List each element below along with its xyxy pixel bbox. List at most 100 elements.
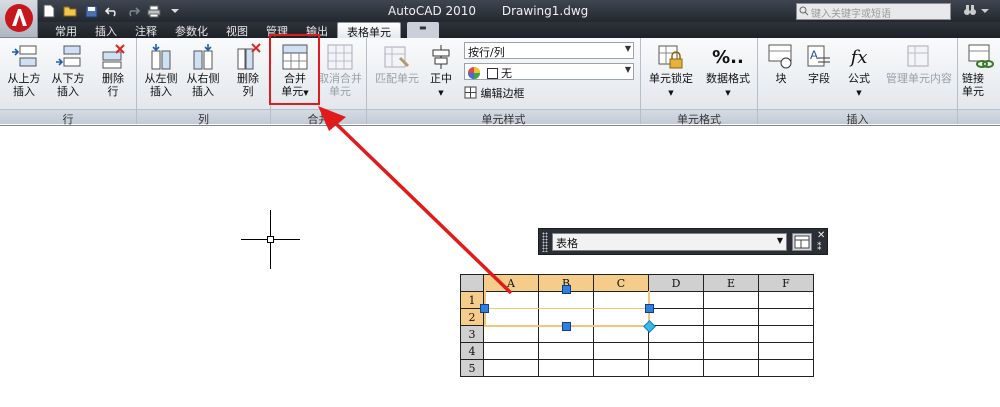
formula-dropdown-icon[interactable]: ▼ bbox=[856, 89, 861, 97]
redo-icon[interactable] bbox=[124, 3, 142, 19]
table-cell[interactable] bbox=[758, 342, 814, 360]
table-cell[interactable] bbox=[538, 359, 594, 377]
fill-value: 无 bbox=[501, 67, 512, 80]
lock-icon bbox=[658, 45, 683, 69]
tab-home[interactable]: 常用 bbox=[46, 22, 86, 38]
close-icon[interactable]: ✕ bbox=[817, 230, 825, 241]
insert-field-button[interactable]: A 字段 bbox=[802, 42, 836, 85]
cell-format-panel-title: 单元格式 bbox=[641, 109, 757, 126]
table-cell[interactable] bbox=[648, 308, 704, 326]
table-corner bbox=[460, 274, 484, 292]
ribbon-minimize-button[interactable]: ▬ bbox=[407, 22, 439, 38]
table-cell[interactable] bbox=[538, 342, 594, 360]
table-row: 5 bbox=[460, 359, 814, 377]
table-cell[interactable] bbox=[648, 342, 704, 360]
table-cell[interactable] bbox=[758, 308, 814, 326]
tab-view[interactable]: 视图 bbox=[217, 22, 257, 38]
table-cell[interactable] bbox=[648, 325, 704, 343]
help-dropdown-icon[interactable] bbox=[981, 3, 989, 17]
cell-lock-button[interactable]: 单元锁定 ▼ bbox=[645, 42, 697, 100]
table-cell[interactable] bbox=[703, 291, 759, 309]
table-cell[interactable] bbox=[483, 342, 539, 360]
cell-style-select[interactable]: 按行/列 ▼ bbox=[464, 42, 634, 59]
table-cell[interactable] bbox=[703, 342, 759, 360]
table-cell[interactable] bbox=[648, 291, 704, 309]
tab-insert[interactable]: 插入 bbox=[86, 22, 126, 38]
match-cell-icon bbox=[384, 46, 410, 68]
tab-table-cell[interactable]: 表格单元 bbox=[337, 22, 401, 39]
insert-block-button[interactable]: 块 bbox=[764, 42, 798, 85]
column-header-row: A B C D E F bbox=[460, 274, 814, 292]
table-cell[interactable] bbox=[703, 325, 759, 343]
grip-right-middle[interactable] bbox=[645, 304, 654, 313]
data-format-dropdown-icon[interactable]: ▼ bbox=[725, 89, 730, 97]
app-name: AutoCAD 2010 bbox=[388, 4, 477, 18]
insert-column-left-button[interactable]: 从左侧 插入 bbox=[141, 42, 181, 98]
column-header-f[interactable]: F bbox=[758, 274, 814, 292]
grip-bottom-middle[interactable] bbox=[562, 322, 571, 331]
match-cell-button[interactable]: 匹配单元 bbox=[371, 42, 423, 85]
link-cell-button[interactable]: 链接 单元 bbox=[962, 42, 1000, 98]
insert-formula-label: 公式 ▼ bbox=[842, 72, 876, 100]
delete-column-icon bbox=[237, 43, 261, 70]
table-cell[interactable] bbox=[703, 359, 759, 377]
edit-borders-button[interactable]: 编辑边框 bbox=[464, 85, 525, 101]
table-style-select[interactable]: 表格 ▼ bbox=[552, 233, 787, 251]
insert-panel-title: 插入 bbox=[758, 109, 957, 126]
alignment-dropdown-icon[interactable]: ▼ bbox=[438, 89, 443, 97]
insert-row-below-button[interactable]: 从下方 插入 bbox=[48, 42, 88, 98]
open-folder-icon[interactable] bbox=[61, 3, 79, 19]
insert-formula-button[interactable]: fx 公式 ▼ bbox=[842, 42, 876, 100]
table-cell[interactable] bbox=[593, 325, 649, 343]
column-header-e[interactable]: E bbox=[703, 274, 759, 292]
column-header-a[interactable]: A bbox=[483, 274, 539, 292]
table-cell[interactable] bbox=[483, 325, 539, 343]
manage-cell-content-button[interactable]: 管理单元内容 bbox=[882, 42, 956, 85]
table-cell[interactable] bbox=[758, 359, 814, 377]
row-header-4[interactable]: 4 bbox=[460, 342, 484, 360]
table-cell[interactable] bbox=[593, 342, 649, 360]
row-header-3[interactable]: 3 bbox=[460, 325, 484, 343]
grip-top-middle[interactable] bbox=[562, 285, 571, 294]
delete-row-icon bbox=[102, 44, 125, 69]
qat-dropdown-icon[interactable] bbox=[166, 3, 184, 19]
pin-icon[interactable]: ⁑ bbox=[817, 243, 822, 253]
table-cell[interactable] bbox=[758, 325, 814, 343]
delete-column-button[interactable]: 删除 列 bbox=[229, 42, 267, 98]
data-panel: 链接 单元 bbox=[958, 38, 1000, 124]
table-cell[interactable] bbox=[703, 308, 759, 326]
grip-left-middle[interactable] bbox=[480, 304, 489, 313]
column-header-c[interactable]: C bbox=[593, 274, 649, 292]
new-file-icon[interactable] bbox=[40, 3, 58, 19]
insert-row-above-button[interactable]: 从上方 插入 bbox=[4, 42, 44, 98]
autocad-logo-icon bbox=[5, 4, 33, 32]
application-menu-button[interactable] bbox=[0, 0, 38, 38]
table-cell[interactable] bbox=[483, 359, 539, 377]
quick-access-toolbar bbox=[40, 3, 184, 19]
unmerge-cells-button[interactable]: 取消合并 单元 bbox=[315, 42, 365, 98]
table-cell[interactable] bbox=[593, 359, 649, 377]
fill-color-select[interactable]: 无 ▼ bbox=[464, 63, 634, 80]
column-header-d[interactable]: D bbox=[648, 274, 704, 292]
cell-lock-dropdown-icon[interactable]: ▼ bbox=[668, 89, 673, 97]
data-format-button[interactable]: %.. 数据格式 ▼ bbox=[701, 42, 755, 100]
alignment-text: 正中 bbox=[430, 72, 452, 85]
tab-annotate[interactable]: 注释 bbox=[126, 22, 166, 38]
table-style-dialog-button[interactable] bbox=[792, 233, 812, 251]
toolbar-grip-handle[interactable] bbox=[542, 232, 548, 252]
delete-row-label: 删除 行 bbox=[102, 72, 124, 98]
insert-row-below-icon bbox=[56, 45, 81, 67]
row-header-5[interactable]: 5 bbox=[460, 359, 484, 377]
print-icon[interactable] bbox=[145, 3, 163, 19]
undo-icon[interactable] bbox=[103, 3, 121, 19]
binoculars-icon[interactable] bbox=[963, 3, 977, 17]
table-cell[interactable] bbox=[758, 291, 814, 309]
table-cell[interactable] bbox=[648, 359, 704, 377]
insert-column-right-button[interactable]: 从右侧 插入 bbox=[183, 42, 223, 98]
search-input[interactable]: 键入关键字或短语 bbox=[796, 3, 951, 20]
alignment-button[interactable]: 正中 ▼ bbox=[425, 42, 457, 100]
fill-swatch bbox=[486, 68, 498, 79]
delete-row-button[interactable]: 删除 行 bbox=[93, 42, 133, 98]
tab-parametric[interactable]: 参数化 bbox=[166, 22, 217, 38]
save-icon[interactable] bbox=[82, 3, 100, 19]
